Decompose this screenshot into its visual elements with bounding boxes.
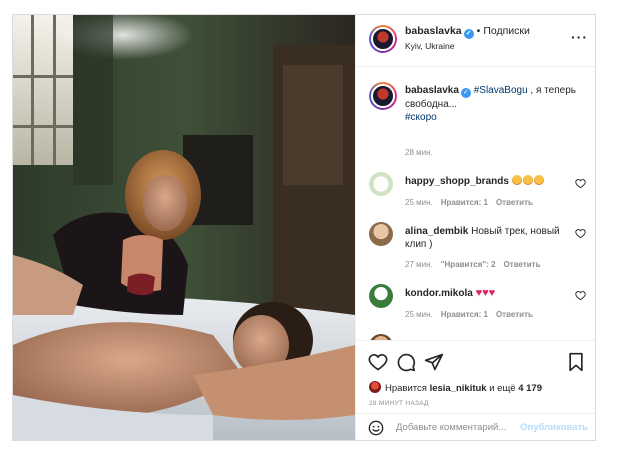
verified-badge-icon: ✓ — [463, 29, 474, 39]
caption-avatar[interactable] — [369, 82, 397, 110]
likes-count[interactable]: 4 179 — [518, 383, 542, 394]
emoji-icon — [533, 175, 544, 185]
caption-hashtag-2[interactable]: #скоро — [405, 112, 437, 123]
comment-meta: 25 мин. Нравится: 1 Ответить — [405, 198, 541, 207]
comment-input[interactable] — [396, 422, 526, 433]
comment-time: 25 мин. — [405, 198, 433, 207]
emoji-smile-icon[interactable] — [368, 420, 384, 436]
caption-time: 28 мин. — [405, 148, 433, 157]
post-photo-illustration — [13, 15, 355, 440]
author-line: babaslavka ✓ • Подписки — [405, 25, 530, 39]
emoji-icon — [522, 175, 533, 185]
reply-button[interactable]: Ответить — [496, 198, 533, 207]
liker-username[interactable]: lesia_nikituk — [430, 383, 487, 394]
caption-username[interactable]: babaslavka — [405, 85, 459, 96]
likes-prefix: Нравится — [385, 383, 427, 394]
author-username[interactable]: babaslavka — [405, 25, 462, 37]
publish-button[interactable]: Опубликовать — [520, 422, 588, 433]
comment-likes[interactable]: Нравится: 1 — [441, 198, 488, 207]
comment-text: kondor.mikola ♥♥♥ — [405, 287, 570, 300]
commenter-avatar[interactable] — [369, 284, 393, 308]
caption-text: babaslavka ✓ #SlavaBogu , я теперь свобод… — [405, 84, 585, 124]
comment-meta: 27 мин. "Нравится": 2 Ответить — [405, 260, 549, 269]
commenter-username[interactable]: kondor.mikola — [405, 288, 473, 299]
comment-body: ♥♥♥ — [475, 287, 496, 299]
comment-likes[interactable]: Нравится: 1 — [441, 310, 488, 319]
commenter-avatar[interactable] — [369, 172, 393, 196]
commenter-username[interactable]: alina_dembik — [405, 226, 468, 237]
likes-summary: Нравится lesia_nikituk и ещё 4 179 — [369, 381, 542, 394]
emoji-icon — [511, 175, 522, 185]
post-photo[interactable] — [13, 15, 355, 440]
like-heart-icon[interactable] — [368, 352, 388, 372]
reply-button[interactable]: Ответить — [496, 310, 533, 319]
share-send-icon[interactable] — [424, 352, 444, 372]
add-comment-bar: Опубликовать — [356, 413, 595, 440]
instagram-post: babaslavka ✓ • Подписки Kyiv, Ukraine ··· b… — [12, 14, 596, 441]
like-comment-heart-icon[interactable] — [575, 178, 586, 189]
comment-text: alina_dembik Новый трек, новый клип ) — [405, 225, 570, 251]
post-header: babaslavka ✓ • Подписки Kyiv, Ukraine ··· — [356, 15, 595, 67]
more-options-icon[interactable]: ··· — [571, 29, 588, 45]
bookmark-icon[interactable] — [566, 352, 586, 372]
verified-badge-icon: ✓ — [460, 88, 471, 98]
comment-meta: 25 мин. Нравится: 1 Ответить — [405, 310, 541, 319]
like-comment-heart-icon[interactable] — [575, 228, 586, 239]
likes-connector: и ещё — [489, 383, 516, 394]
commenter-username[interactable]: happy_shopp_brands — [405, 176, 509, 187]
post-location[interactable]: Kyiv, Ukraine — [405, 41, 454, 51]
comment-bubble-icon[interactable] — [396, 352, 416, 372]
comment-likes[interactable]: "Нравится": 2 — [441, 260, 496, 269]
separator-dot: • — [476, 25, 481, 37]
commenter-avatar[interactable] — [369, 222, 393, 246]
reply-button[interactable]: Ответить — [504, 260, 541, 269]
author-avatar[interactable] — [369, 25, 397, 53]
caption-hashtag[interactable]: #SlavaBogu — [474, 85, 528, 96]
comment-time: 27 мин. — [405, 260, 433, 269]
liker-avatar[interactable] — [369, 381, 381, 393]
comments-section[interactable]: babaslavka ✓ #SlavaBogu , я теперь свобод… — [356, 68, 595, 340]
like-comment-heart-icon[interactable] — [575, 290, 586, 301]
post-actions-bar — [356, 340, 595, 380]
follow-button[interactable]: Подписки — [483, 25, 530, 37]
comment-time: 25 мин. — [405, 310, 433, 319]
post-timestamp[interactable]: 28 МИНУТ НАЗАД — [369, 400, 429, 407]
comment-text: happy_shopp_brands — [405, 175, 570, 188]
post-side-panel: babaslavka ✓ • Подписки Kyiv, Ukraine ··· b… — [355, 15, 595, 440]
